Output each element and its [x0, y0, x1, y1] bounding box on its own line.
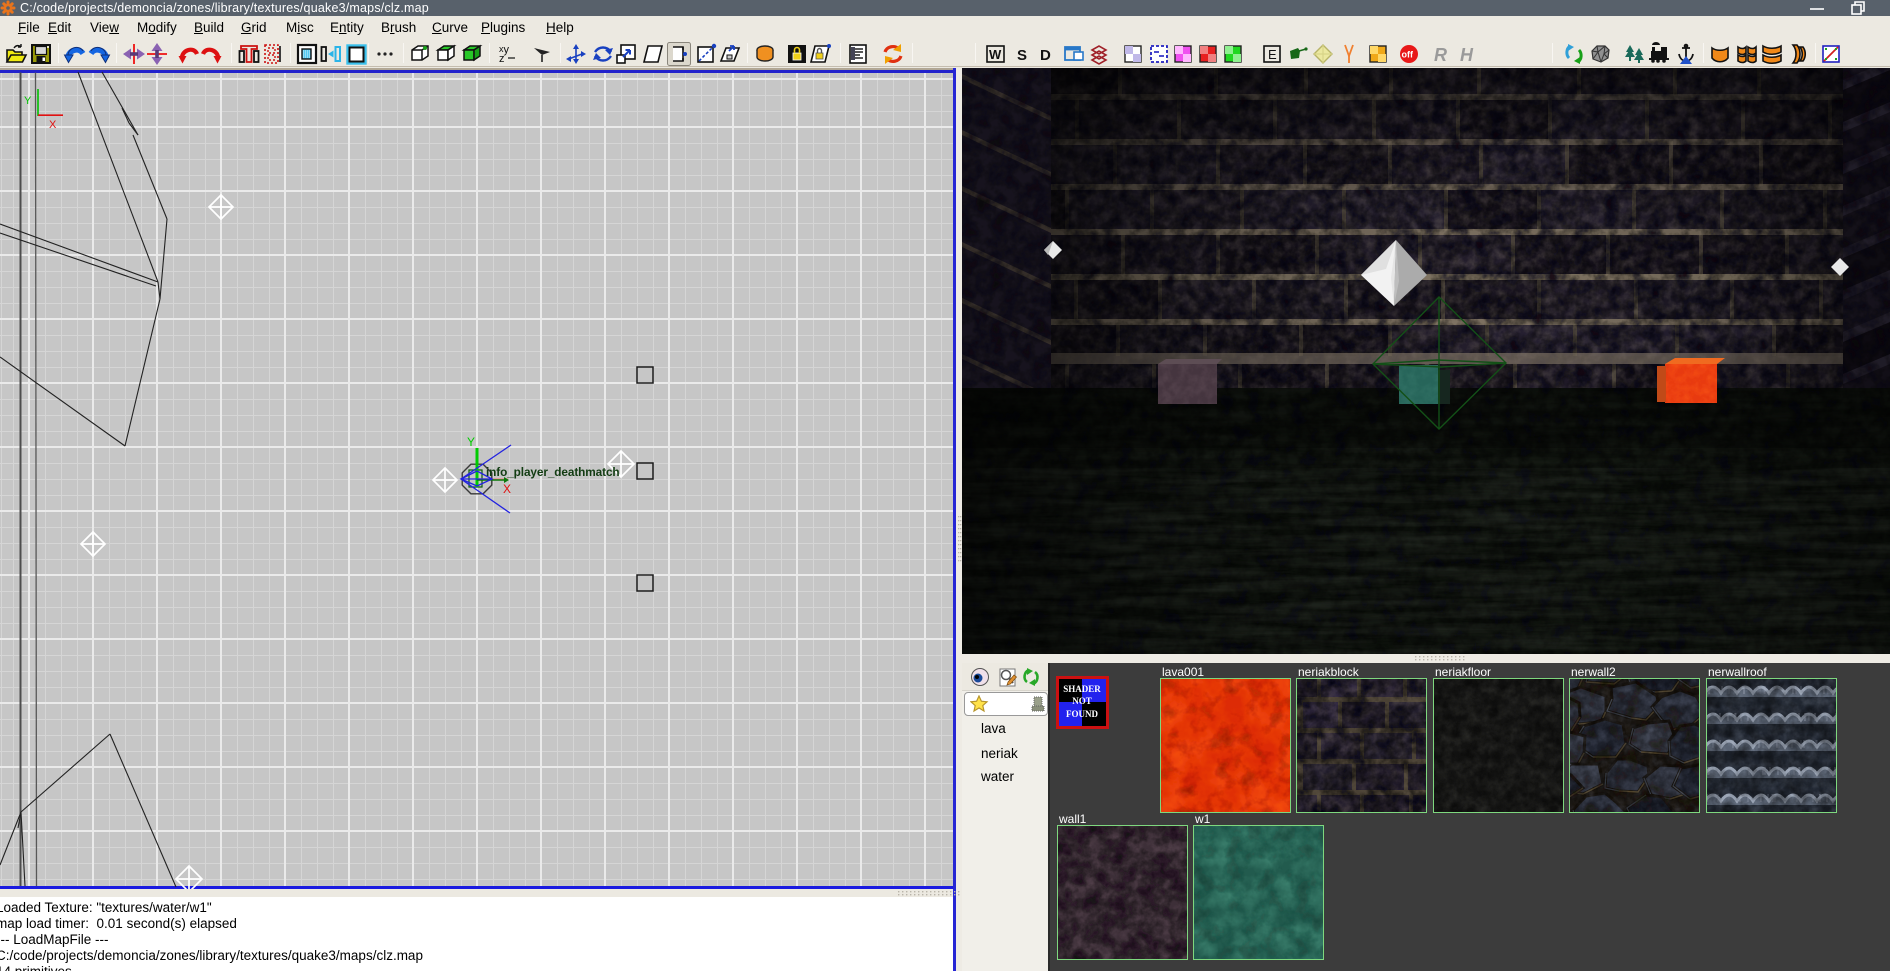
svg-text:SHADER: SHADER [1063, 684, 1101, 694]
svg-text:S: S [1017, 47, 1027, 64]
svg-text:off: off [1402, 50, 1414, 60]
svg-text:Y: Y [24, 95, 32, 107]
svg-text:X: X [503, 482, 511, 496]
svg-text:z: z [499, 53, 505, 65]
svg-text:info_player_deathmatch: info_player_deathmatch [486, 465, 620, 479]
svg-text:Y: Y [467, 435, 475, 449]
svg-text:R: R [1434, 45, 1447, 65]
svg-text:FOUND: FOUND [1066, 709, 1098, 719]
svg-text:D: D [1040, 47, 1051, 64]
svg-text:NOT: NOT [1072, 696, 1092, 706]
svg-text:H: H [1460, 45, 1474, 65]
svg-text:X: X [49, 119, 57, 131]
svg-text:W: W [989, 47, 1002, 62]
svg-text:E: E [1268, 47, 1277, 62]
